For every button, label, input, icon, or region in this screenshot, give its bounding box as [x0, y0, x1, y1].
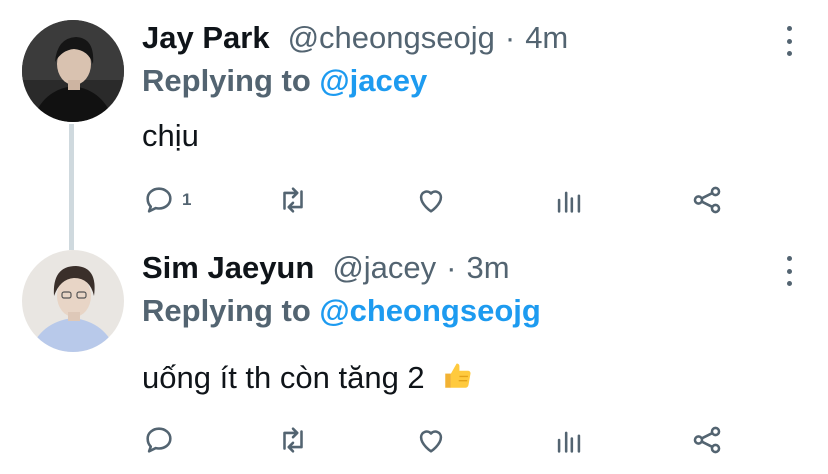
separator: ·: [446, 250, 457, 285]
tweet[interactable]: Jay Park @cheongseojg · 4m Replying to @…: [0, 0, 828, 250]
action-bar: 1: [142, 180, 742, 220]
avatar[interactable]: [22, 250, 124, 352]
thumbs-up-icon: [441, 358, 475, 400]
tweet-header: Sim Jaeyun @jacey · 3m: [142, 250, 510, 292]
reply-icon: [146, 187, 172, 213]
author-handle[interactable]: @cheongseojg: [288, 20, 495, 56]
replying-to: Replying to @cheongseojg: [142, 293, 541, 329]
heart-icon: [419, 430, 443, 453]
heart-icon: [419, 190, 443, 213]
timestamp[interactable]: 4m: [525, 20, 568, 56]
replying-to-mention[interactable]: @cheongseojg: [319, 293, 540, 328]
author-name[interactable]: Jay Park: [142, 20, 270, 56]
more-options-icon[interactable]: [782, 256, 796, 286]
author-handle[interactable]: @jacey: [332, 250, 436, 286]
share-button[interactable]: [690, 420, 724, 460]
more-options-icon[interactable]: [782, 26, 796, 56]
share-icon: [693, 426, 721, 454]
replying-to-mention[interactable]: @jacey: [319, 63, 427, 98]
reply-count: 1: [182, 190, 192, 209]
avatar[interactable]: [22, 20, 124, 122]
action-bar: [142, 420, 742, 460]
reply-button[interactable]: [142, 420, 182, 460]
stats-icon: [557, 431, 581, 453]
tweet-content: uống ít th còn tăng 2: [142, 358, 475, 400]
stats-button[interactable]: [552, 180, 586, 220]
retweet-button[interactable]: [276, 420, 310, 460]
retweet-icon: [283, 427, 303, 453]
replying-to: Replying to @jacey: [142, 63, 427, 99]
separator: ·: [504, 20, 516, 55]
retweet-button[interactable]: [276, 180, 310, 220]
timestamp[interactable]: 3m: [466, 250, 509, 286]
like-button[interactable]: [414, 420, 448, 460]
share-icon: [693, 186, 721, 214]
tweet-header: Jay Park @cheongseojg · 4m: [142, 20, 568, 62]
like-button[interactable]: [414, 180, 448, 220]
reply-button[interactable]: 1: [142, 180, 191, 220]
tweet-text: chịu: [142, 118, 199, 153]
author-name[interactable]: Sim Jaeyun: [142, 250, 314, 286]
share-button[interactable]: [690, 180, 724, 220]
tweet[interactable]: Sim Jaeyun @jacey · 3m Replying to @cheo…: [0, 240, 828, 474]
replying-to-label: Replying to: [142, 63, 311, 98]
stats-button[interactable]: [552, 420, 586, 460]
reply-icon: [146, 427, 172, 453]
replying-to-label: Replying to: [142, 293, 311, 328]
stats-icon: [557, 191, 581, 213]
thread-line: [69, 124, 74, 250]
retweet-icon: [283, 187, 303, 213]
tweet-text: uống ít th còn tăng 2: [142, 360, 425, 395]
